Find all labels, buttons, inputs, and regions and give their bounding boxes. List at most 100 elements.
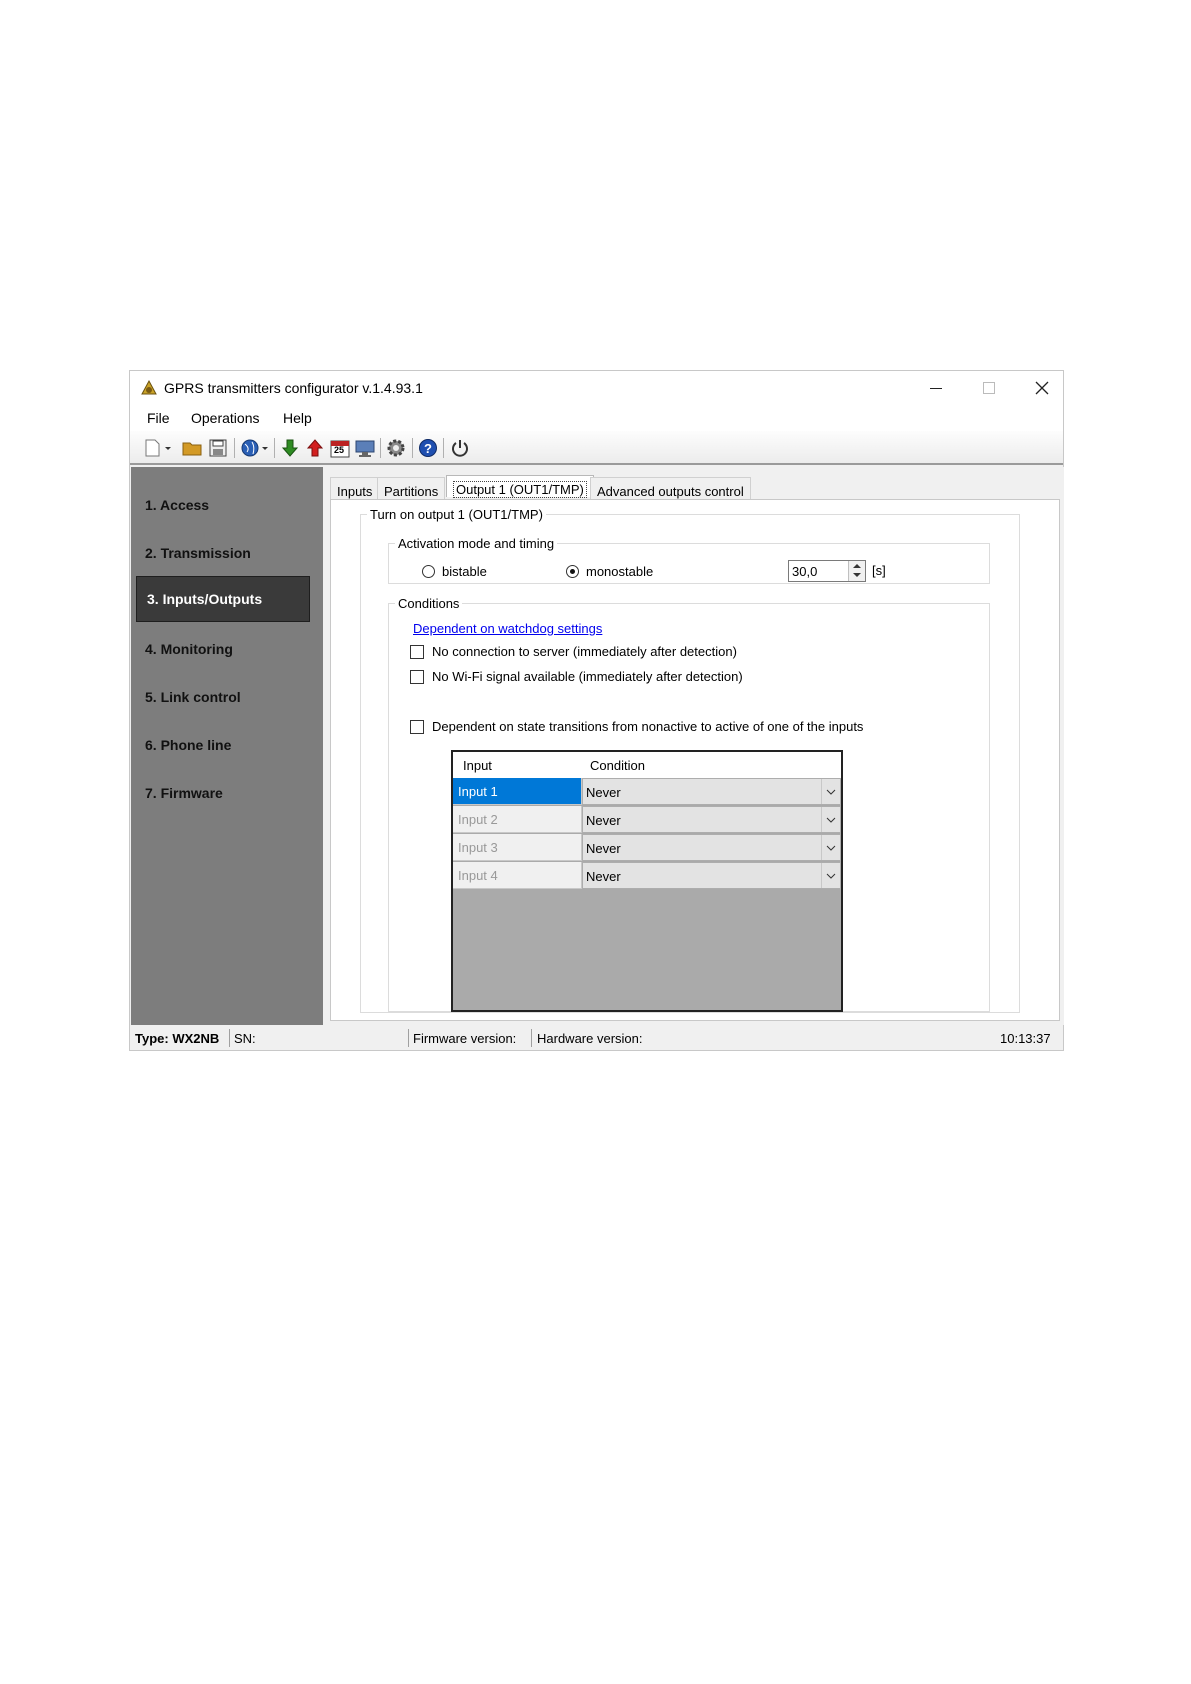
time-unit-label: [s] — [872, 563, 886, 578]
chevron-down-icon[interactable] — [821, 807, 840, 832]
bistable-label: bistable — [442, 564, 487, 579]
new-document-icon[interactable] — [143, 438, 173, 458]
maximize-button[interactable] — [966, 375, 1012, 401]
calendar-day-text: 25 — [334, 445, 345, 455]
sidebar-item-access[interactable]: 1. Access — [145, 497, 209, 513]
minimize-icon — [930, 387, 942, 389]
main-content: Inputs Partitions Output 1 (OUT1/TMP) Ad… — [326, 467, 1064, 1025]
status-clock: 10:13:37 — [1000, 1031, 1051, 1046]
dependent-inputs-checkbox[interactable] — [410, 720, 424, 734]
maximize-icon — [983, 382, 995, 394]
output-group-title: Turn on output 1 (OUT1/TMP) — [370, 507, 543, 522]
tab-output-1[interactable]: Output 1 (OUT1/TMP) — [446, 475, 594, 498]
settings-gear-icon[interactable] — [386, 438, 406, 458]
firmware-version: Firmware version: — [413, 1031, 517, 1046]
chevron-down-icon[interactable] — [821, 835, 840, 860]
app-window: GPRS transmitters configurator v.1.4.93.… — [129, 370, 1064, 1051]
close-button[interactable] — [1019, 375, 1065, 401]
dependent-inputs-label: Dependent on state transitions from nona… — [432, 719, 864, 734]
sidebar-item-inputs-outputs[interactable]: 3. Inputs/Outputs — [136, 576, 310, 622]
close-icon — [1035, 381, 1049, 395]
table-row[interactable]: Input 1 Never — [453, 778, 841, 806]
svg-text:?: ? — [424, 441, 432, 456]
save-icon[interactable] — [208, 438, 228, 458]
tab-advanced-outputs-control[interactable]: Advanced outputs control — [590, 477, 751, 499]
status-separator — [408, 1029, 409, 1047]
menu-operations[interactable]: Operations — [191, 410, 259, 426]
tab-partitions[interactable]: Partitions — [377, 477, 446, 499]
input-cell[interactable]: Input 4 — [453, 862, 582, 889]
no-server-label: No connection to server (immediately aft… — [432, 644, 737, 659]
tab-page-output-1: Turn on output 1 (OUT1/TMP) Activation m… — [330, 499, 1060, 1021]
table-header: Input Condition — [453, 752, 841, 779]
conditions-group-title: Conditions — [398, 596, 460, 611]
sidebar-item-monitoring[interactable]: 4. Monitoring — [145, 641, 233, 657]
column-header-input: Input — [463, 758, 492, 773]
tab-output-1-label: Output 1 (OUT1/TMP) — [453, 481, 587, 498]
sidebar-item-firmware[interactable]: 7. Firmware — [145, 785, 223, 801]
serial-number: SN: — [234, 1031, 256, 1046]
output-group: Turn on output 1 (OUT1/TMP) Activation m… — [360, 507, 1020, 1013]
condition-value: Never — [586, 841, 621, 856]
no-wifi-label: No Wi-Fi signal available (immediately a… — [432, 669, 743, 684]
toolbar-separator — [274, 438, 275, 458]
watchdog-settings-link[interactable]: Dependent on watchdog settings — [413, 621, 602, 636]
sidebar-item-transmission[interactable]: 2. Transmission — [145, 545, 251, 561]
activation-group: Activation mode and timing bistable mono… — [388, 536, 990, 584]
condition-value: Never — [586, 813, 621, 828]
help-icon[interactable]: ? — [418, 438, 438, 458]
menu-help[interactable]: Help — [283, 410, 312, 426]
condition-value: Never — [586, 785, 621, 800]
spinner-down-icon[interactable] — [853, 573, 861, 577]
calendar-icon[interactable]: 25 — [330, 438, 350, 458]
table-row[interactable]: Input 4 Never — [453, 862, 841, 890]
upload-arrow-icon[interactable] — [305, 438, 325, 458]
table-row[interactable]: Input 3 Never — [453, 834, 841, 862]
status-separator — [531, 1029, 532, 1047]
monostable-label: monostable — [586, 564, 654, 579]
activation-group-title: Activation mode and timing — [398, 536, 555, 551]
globe-icon[interactable] — [240, 438, 270, 458]
window-title: GPRS transmitters configurator v.1.4.93.… — [164, 380, 423, 396]
toolbar-separator — [443, 438, 444, 458]
sidebar-item-phone-line[interactable]: 6. Phone line — [145, 737, 231, 753]
toolbar-separator — [234, 438, 235, 458]
bistable-radio[interactable] — [422, 565, 435, 578]
condition-dropdown[interactable]: Never — [582, 862, 841, 889]
input-cell[interactable]: Input 2 — [453, 806, 582, 833]
time-spinner[interactable]: 30,0 — [788, 560, 866, 582]
menu-bar: File Operations Help — [130, 405, 1063, 431]
hardware-version: Hardware version: — [537, 1031, 643, 1046]
chevron-down-icon[interactable] — [821, 779, 840, 804]
spinner-up-icon[interactable] — [853, 564, 861, 568]
tab-inputs[interactable]: Inputs — [330, 477, 380, 499]
monostable-radio[interactable] — [566, 565, 579, 578]
open-folder-icon[interactable] — [182, 438, 202, 458]
table-row[interactable]: Input 2 Never — [453, 806, 841, 834]
condition-dropdown[interactable]: Never — [582, 778, 841, 805]
input-cell[interactable]: Input 3 — [453, 834, 582, 861]
status-separator — [229, 1029, 230, 1047]
sidebar-item-link-control[interactable]: 5. Link control — [145, 689, 241, 705]
input-cell[interactable]: Input 1 — [453, 778, 582, 805]
toolbar-separator — [380, 438, 381, 458]
column-header-condition: Condition — [590, 758, 645, 773]
toolbar: 25 ? — [130, 431, 1063, 465]
condition-dropdown[interactable]: Never — [582, 806, 841, 833]
download-arrow-icon[interactable] — [280, 438, 300, 458]
chevron-down-icon[interactable] — [821, 863, 840, 888]
device-type: Type: WX2NB — [135, 1031, 220, 1046]
app-logo-icon — [141, 379, 157, 395]
spinner-buttons[interactable] — [848, 561, 865, 581]
toolbar-separator — [412, 438, 413, 458]
no-wifi-checkbox[interactable] — [410, 670, 424, 684]
power-icon[interactable] — [450, 438, 470, 458]
monitor-icon[interactable] — [355, 438, 375, 458]
condition-dropdown[interactable]: Never — [582, 834, 841, 861]
condition-value: Never — [586, 869, 621, 884]
menu-file[interactable]: File — [147, 410, 170, 426]
minimize-button[interactable] — [913, 375, 959, 401]
sidebar: 1. Access 2. Transmission 3. Inputs/Outp… — [131, 467, 323, 1025]
time-value: 30,0 — [792, 564, 818, 579]
no-server-checkbox[interactable] — [410, 645, 424, 659]
